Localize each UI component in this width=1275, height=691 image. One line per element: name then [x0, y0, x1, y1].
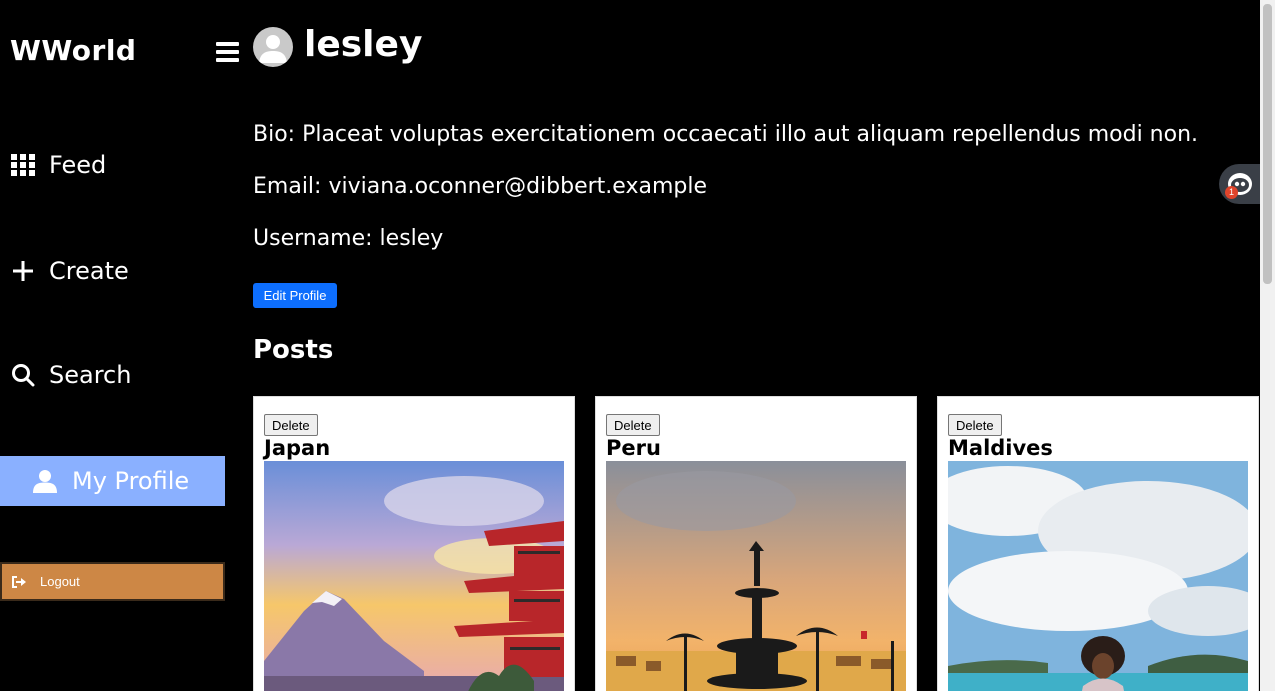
sidebar-item-search[interactable]: Search — [0, 350, 225, 400]
posts-heading: Posts — [253, 335, 334, 365]
logout-button[interactable]: Logout — [0, 562, 225, 601]
post-title: Japan — [264, 436, 331, 460]
post-title: Peru — [606, 436, 661, 460]
brand-logo[interactable]: WWorld — [10, 34, 136, 67]
profile-bio: Bio: Placeat voluptas exercitationem occ… — [253, 122, 1199, 147]
post-title: Maldives — [948, 436, 1053, 460]
profile-username: Username: lesley — [253, 226, 444, 251]
search-icon — [10, 362, 36, 388]
post-card: Delete Japan — [253, 396, 575, 691]
grid-icon — [10, 152, 36, 178]
plus-icon — [10, 258, 36, 284]
edit-profile-button[interactable]: Edit Profile — [253, 283, 337, 308]
post-image[interactable] — [264, 461, 564, 691]
sidebar-item-feed[interactable]: Feed — [0, 140, 225, 190]
sidebar-item-label: Create — [49, 257, 129, 285]
delete-post-button[interactable]: Delete — [264, 414, 318, 436]
sidebar-item-label: Search — [49, 361, 132, 389]
post-image[interactable] — [606, 461, 906, 691]
hamburger-menu-icon[interactable] — [216, 42, 239, 62]
delete-post-button[interactable]: Delete — [606, 414, 660, 436]
profile-email: Email: viviana.oconner@dibbert.example — [253, 174, 707, 199]
avatar — [253, 27, 293, 67]
sign-out-icon — [12, 575, 26, 588]
vertical-scrollbar[interactable] — [1260, 0, 1275, 691]
profile-name: lesley — [304, 24, 423, 65]
scrollbar-thumb[interactable] — [1263, 4, 1272, 284]
post-card: Delete Maldives — [937, 396, 1259, 691]
sidebar-item-my-profile[interactable]: My Profile — [0, 456, 225, 506]
sidebar-item-label: Feed — [49, 151, 107, 179]
sidebar: WWorld Feed Create Search My Profile Log… — [0, 0, 225, 691]
sidebar-item-create[interactable]: Create — [0, 246, 225, 296]
notification-badge: 1 — [1225, 186, 1238, 199]
delete-post-button[interactable]: Delete — [948, 414, 1002, 436]
user-icon — [32, 468, 58, 494]
chat-widget-button[interactable]: 1 — [1219, 164, 1261, 204]
logout-label: Logout — [40, 574, 80, 589]
sidebar-item-label: My Profile — [72, 467, 190, 495]
post-card: Delete Peru — [595, 396, 917, 691]
post-image[interactable] — [948, 461, 1248, 691]
